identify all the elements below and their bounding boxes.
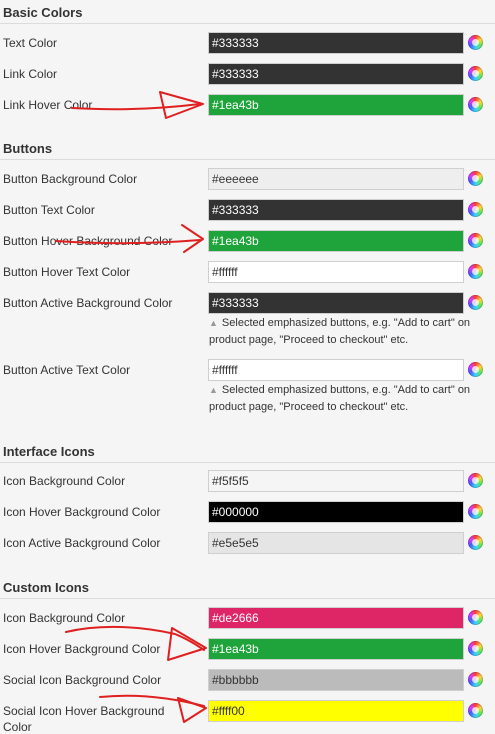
hint-line-2: product page, "Proceed to checkout" etc. (209, 334, 409, 346)
section-title-custom-icons: Custom Icons (3, 580, 89, 595)
label-button-background-color: Button Background Color (3, 172, 138, 186)
section-divider (0, 462, 495, 463)
section-divider (0, 598, 495, 599)
label-button-hover-background-color: Button Hover Background Color (3, 234, 173, 248)
label-icon-hover-background-color: Icon Hover Background Color (3, 505, 161, 519)
link-hover-color-field[interactable]: #1ea43b (208, 94, 464, 116)
section-title-basic-colors: Basic Colors (3, 5, 83, 20)
label-button-active-background-color: Button Active Background Color (3, 296, 173, 310)
label-button-hover-text-color: Button Hover Text Color (3, 265, 131, 279)
color-wheel-icon[interactable] (468, 703, 483, 718)
button-background-color-field[interactable]: #eeeeee (208, 168, 464, 190)
text-color-field[interactable]: #333333 (208, 32, 464, 54)
triangle-up-icon: ▲ (209, 385, 218, 395)
label-link-hover-color: Link Hover Color (3, 98, 93, 112)
label-text-color: Text Color (3, 36, 58, 50)
button-active-background-color-field[interactable]: #333333 (208, 292, 464, 314)
color-wheel-icon[interactable] (468, 610, 483, 625)
social-icon-background-color-field[interactable]: #bbbbbb (208, 669, 464, 691)
hint-line-2: product page, "Proceed to checkout" etc. (209, 401, 409, 413)
custom-icon-hover-background-color-field[interactable]: #1ea43b (208, 638, 464, 660)
color-wheel-icon[interactable] (468, 672, 483, 687)
triangle-up-icon: ▲ (209, 318, 218, 328)
field-hint: ▲ Selected emphasized buttons, e.g. "Add … (209, 315, 479, 349)
color-wheel-icon[interactable] (468, 66, 483, 81)
color-wheel-icon[interactable] (468, 504, 483, 519)
button-hover-text-color-field[interactable]: #ffffff (208, 261, 464, 283)
color-wheel-icon[interactable] (468, 641, 483, 656)
label-button-active-text-color: Button Active Text Color (3, 363, 131, 377)
color-wheel-icon[interactable] (468, 202, 483, 217)
color-wheel-icon[interactable] (468, 97, 483, 112)
section-title-buttons: Buttons (3, 141, 53, 156)
annotation-arrowhead (159, 91, 204, 119)
color-wheel-icon[interactable] (468, 233, 483, 248)
color-wheel-icon[interactable] (468, 35, 483, 50)
color-wheel-icon[interactable] (468, 473, 483, 488)
label-custom-icon-background-color: Icon Background Color (3, 611, 126, 625)
color-wheel-icon[interactable] (468, 264, 483, 279)
label-icon-background-color: Icon Background Color (3, 474, 126, 488)
hint-line-1: Selected emphasized buttons, e.g. "Add t… (221, 384, 471, 396)
field-hint: ▲ Selected emphasized buttons, e.g. "Add … (209, 382, 479, 416)
label-custom-icon-hover-background-color: Icon Hover Background Color (3, 642, 161, 656)
color-wheel-icon[interactable] (468, 362, 483, 377)
interface-icon-active-background-color-field[interactable]: #e5e5e5 (208, 532, 464, 554)
section-divider (0, 159, 495, 160)
button-active-text-color-field[interactable]: #ffffff (208, 359, 464, 381)
label-social-icon-hover-background: Social Icon Hover Background (3, 704, 165, 718)
label-social-icon-hover-background-cont: Color (3, 720, 32, 734)
label-icon-active-background-color: Icon Active Background Color (3, 536, 161, 550)
social-icon-hover-background-color-field[interactable]: #ffff00 (208, 700, 464, 722)
color-wheel-icon[interactable] (468, 295, 483, 310)
section-title-interface-icons: Interface Icons (3, 444, 95, 459)
section-divider (0, 23, 495, 24)
color-wheel-icon[interactable] (468, 535, 483, 550)
label-social-icon-background-color: Social Icon Background Color (3, 673, 162, 687)
interface-icon-hover-background-color-field[interactable]: #000000 (208, 501, 464, 523)
button-hover-background-color-field[interactable]: #1ea43b (208, 230, 464, 252)
hint-line-1: Selected emphasized buttons, e.g. "Add t… (221, 317, 471, 329)
label-button-text-color: Button Text Color (3, 203, 95, 217)
label-link-color: Link Color (3, 67, 58, 81)
custom-icon-background-color-field[interactable]: #de2666 (208, 607, 464, 629)
annotation-arrowhead (181, 224, 204, 253)
annotation-arrowhead (167, 627, 207, 661)
color-wheel-icon[interactable] (468, 171, 483, 186)
link-color-field[interactable]: #333333 (208, 63, 464, 85)
annotation-arrowhead (177, 697, 207, 723)
button-text-color-field[interactable]: #333333 (208, 199, 464, 221)
interface-icon-background-color-field[interactable]: #f5f5f5 (208, 470, 464, 492)
